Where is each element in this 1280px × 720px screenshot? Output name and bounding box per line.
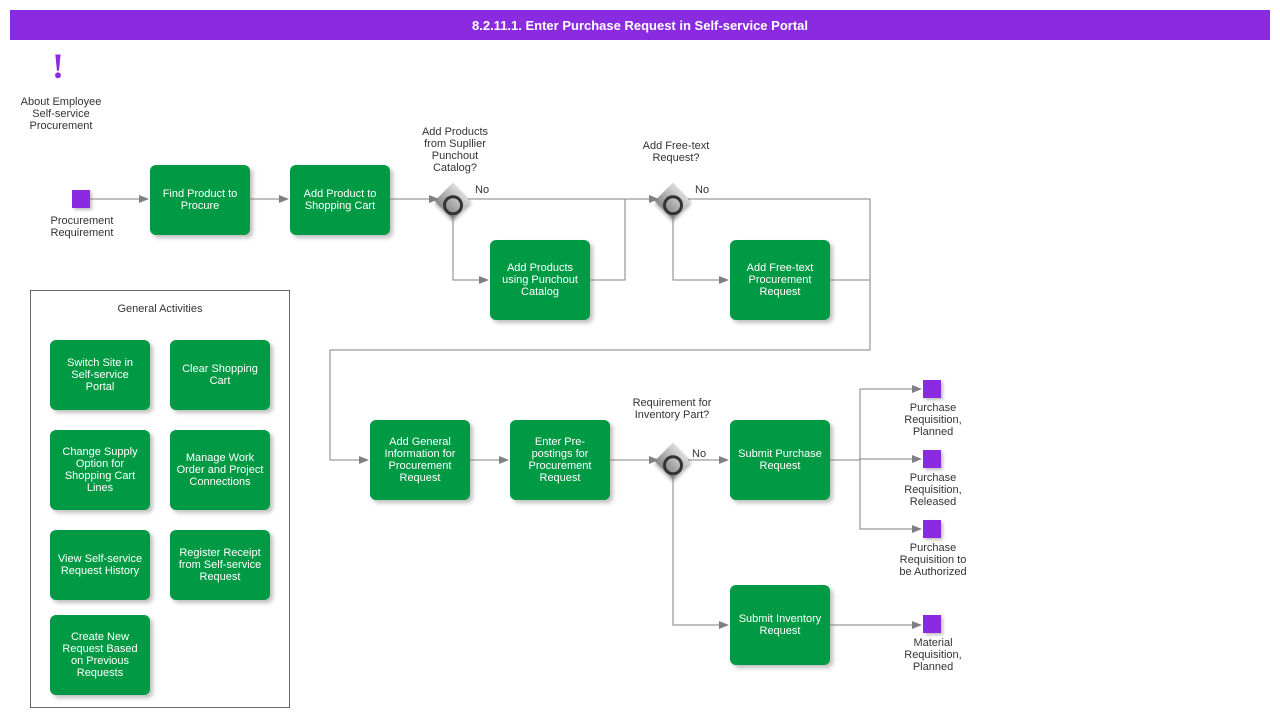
end-event-material[interactable] xyxy=(923,615,941,633)
page-title: 8.2.11.1. Enter Purchase Request in Self… xyxy=(10,10,1270,40)
activity-enter-prepost[interactable]: Enter Pre-postings for Procurement Reque… xyxy=(510,420,610,500)
gateway-punchout[interactable] xyxy=(435,183,472,220)
activity-submit-purchase[interactable]: Submit Purchase Request xyxy=(730,420,830,500)
start-event[interactable] xyxy=(72,190,90,208)
end-event-label: Purchase Requisition to be Authorized xyxy=(893,542,973,578)
gateway-inventory-label: Requirement for Inventory Part? xyxy=(632,397,712,421)
edge-label-no: No xyxy=(695,184,709,196)
activity-change-supply[interactable]: Change Supply Option for Shopping Cart L… xyxy=(50,430,150,510)
activity-manage-work[interactable]: Manage Work Order and Project Connection… xyxy=(170,430,270,510)
gateway-freetext-label: Add Free-text Request? xyxy=(636,140,716,164)
activity-find-product[interactable]: Find Product to Procure xyxy=(150,165,250,235)
end-event-label: Material Requisition, Planned xyxy=(893,637,973,673)
gateway-punchout-label: Add Products from Supllier Punchout Cata… xyxy=(410,126,500,174)
gateway-freetext[interactable] xyxy=(655,183,692,220)
activity-add-punchout[interactable]: Add Products using Punchout Catalog xyxy=(490,240,590,320)
activity-add-freetext[interactable]: Add Free-text Procurement Request xyxy=(730,240,830,320)
activity-view-history[interactable]: View Self-service Request History xyxy=(50,530,150,600)
alert-icon: ! xyxy=(52,48,64,84)
activity-add-cart[interactable]: Add Product to Shopping Cart xyxy=(290,165,390,235)
activity-create-new[interactable]: Create New Request Based on Previous Req… xyxy=(50,615,150,695)
edge-label-no: No xyxy=(475,184,489,196)
group-title: General Activities xyxy=(31,303,289,315)
note-label: About Employee Self-service Procurement xyxy=(15,96,107,132)
gateway-inventory[interactable] xyxy=(655,443,692,480)
end-event-label: Purchase Requisition, Released xyxy=(893,472,973,508)
activity-switch-site[interactable]: Switch Site in Self-service Portal xyxy=(50,340,150,410)
end-event-label: Purchase Requisition, Planned xyxy=(893,402,973,438)
end-event-released[interactable] xyxy=(923,450,941,468)
activity-clear-cart[interactable]: Clear Shopping Cart xyxy=(170,340,270,410)
activity-register-receipt[interactable]: Register Receipt from Self-service Reque… xyxy=(170,530,270,600)
edge-label-no: No xyxy=(692,448,706,460)
start-event-label: Procurement Requirement xyxy=(42,215,122,239)
activity-submit-inventory[interactable]: Submit Inventory Request xyxy=(730,585,830,665)
end-event-authorized[interactable] xyxy=(923,520,941,538)
end-event-planned[interactable] xyxy=(923,380,941,398)
activity-add-general[interactable]: Add General Information for Procurement … xyxy=(370,420,470,500)
